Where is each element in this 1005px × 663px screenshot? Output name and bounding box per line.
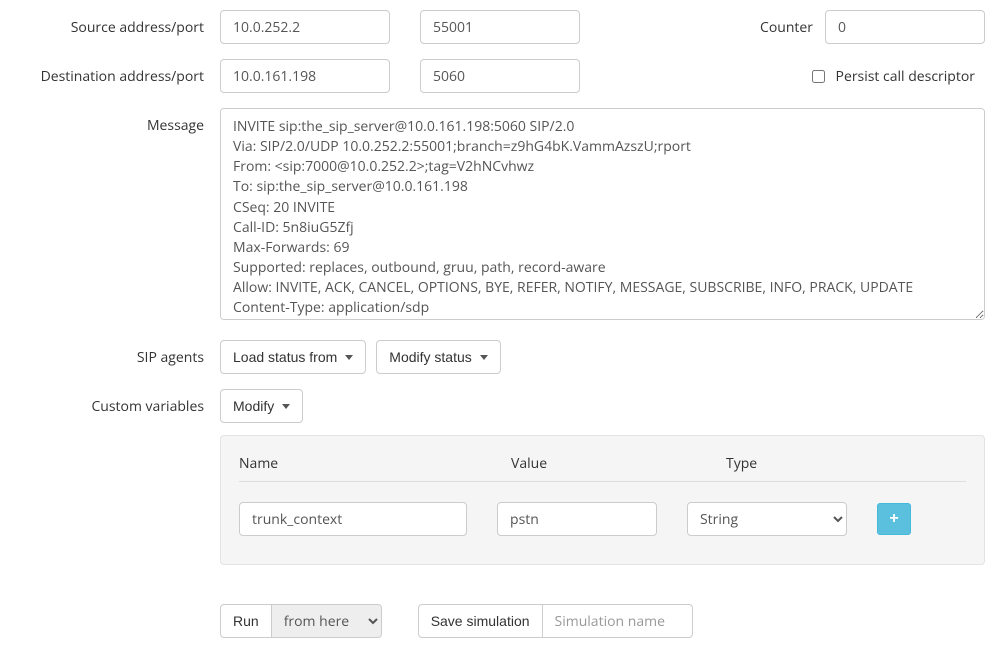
load-status-label: Load status from <box>233 349 337 365</box>
modify-status-dropdown[interactable]: Modify status <box>376 340 500 374</box>
caret-icon <box>282 404 290 409</box>
var-value-input[interactable] <box>497 502 657 536</box>
caret-icon <box>345 355 353 360</box>
custom-vars-label: Custom variables <box>20 389 220 416</box>
message-label: Message <box>20 108 220 135</box>
message-textarea[interactable] <box>220 108 985 320</box>
persist-checkbox[interactable] <box>812 70 825 83</box>
modify-status-label: Modify status <box>389 349 471 365</box>
var-header-name: Name <box>239 454 471 473</box>
persist-label: Persist call descriptor <box>836 67 975 86</box>
source-label: Source address/port <box>20 10 220 37</box>
var-header-type: Type <box>726 454 966 473</box>
counter-label: Counter <box>760 18 813 37</box>
destination-label: Destination address/port <box>20 59 220 86</box>
var-name-input[interactable] <box>239 502 467 536</box>
add-var-button[interactable]: + <box>877 503 911 535</box>
load-status-dropdown[interactable]: Load status from <box>220 340 366 374</box>
run-mode-select[interactable]: from here <box>272 604 382 638</box>
vars-header: Name Value Type <box>239 454 966 482</box>
destination-address-input[interactable] <box>220 59 390 93</box>
destination-port-input[interactable] <box>420 59 580 93</box>
simulation-name-input[interactable] <box>543 604 693 638</box>
sip-agents-label: SIP agents <box>20 340 220 367</box>
run-button[interactable]: Run <box>220 604 272 638</box>
var-row: String + <box>239 502 966 536</box>
source-address-input[interactable] <box>220 10 390 44</box>
modify-vars-dropdown[interactable]: Modify <box>220 389 303 423</box>
counter-input[interactable] <box>825 10 985 44</box>
var-type-select[interactable]: String <box>687 502 847 536</box>
modify-vars-label: Modify <box>233 398 274 414</box>
source-port-input[interactable] <box>420 10 580 44</box>
custom-vars-panel: Name Value Type String + <box>220 435 985 565</box>
caret-icon <box>480 355 488 360</box>
save-simulation-button[interactable]: Save simulation <box>418 604 543 638</box>
var-header-value: Value <box>511 454 686 473</box>
